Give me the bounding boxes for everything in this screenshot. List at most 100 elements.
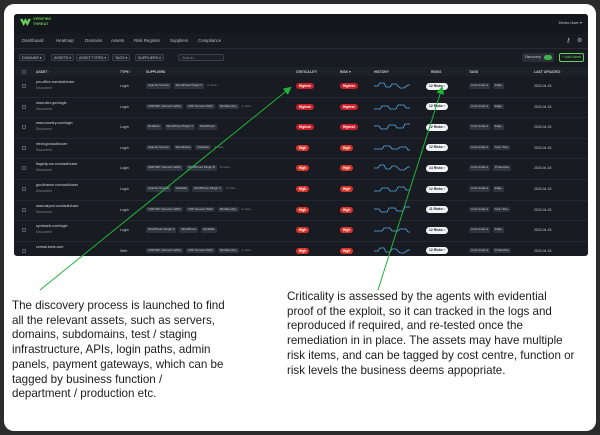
supplier-chip[interactable]: WordPress Plugin 3 [164,124,195,130]
col-suppliers[interactable]: SUPPLIERS [146,70,165,74]
row-checkbox[interactable] [22,145,26,150]
col-risk[interactable]: RISK ▾ [340,70,351,74]
row-checkbox[interactable] [22,207,26,212]
col-criticality[interactable]: CRITICALITY [296,70,317,74]
nav-compliance[interactable]: Compliance [198,38,221,43]
tag-chip[interactable]: Edge [492,186,504,192]
more-suppliers-link[interactable]: 6 more... [226,186,238,192]
supplier-chip[interactable]: ASP Generic WAF [186,247,215,254]
nav-suppliers[interactable]: Suppliers [170,38,188,43]
tag-chip[interactable]: Edge [492,103,504,110]
table-row[interactable]: gov.finance.com/auth/user Discovered Login… [14,179,588,201]
table-row[interactable]: www.airport.com/auth/user Discovered Login… [14,200,588,222]
risks-count-button[interactable]: 12 Risks › [426,103,448,111]
asset-name[interactable]: central.bank.com [36,245,63,249]
add-asset-button[interactable]: + Add Asset [559,53,584,62]
table-row[interactable]: electi.gov/auth/user Discovered Login Apach… [14,138,588,160]
supplier-chip[interactable]: ASP.NET (Generic WAF) [146,247,184,254]
filter-suppliers[interactable]: SUPPLIERS ▾ [135,54,164,61]
supplier-chip[interactable]: Redislite [201,227,217,233]
toggle-switch[interactable] [544,55,552,60]
select-all-checkbox[interactable] [22,69,26,74]
asset-name[interactable]: www.citrx.gov/login [36,101,67,105]
risks-count-button[interactable]: 14 Risks › [426,164,448,172]
filter-tags[interactable]: TAGS ▾ [112,54,131,61]
more-suppliers-link[interactable]: 4 more... [242,248,254,254]
filter-domains[interactable]: DOMAINS ▾ [19,54,45,61]
supplier-chip[interactable]: WordPress [197,124,217,130]
asset-name[interactable]: pm-office.com/auth/user [36,80,74,84]
tag-chip[interactable]: Edge [492,227,504,233]
row-checkbox[interactable] [22,166,26,171]
supplier-chip[interactable]: ASP Generic WAF [186,206,215,213]
filter-assets[interactable]: ASSETS ▾ [51,54,74,61]
supplier-chip[interactable]: WordPress Plugin V [192,186,223,192]
risks-count-button[interactable]: 12 Risks › [426,185,448,193]
col-asset[interactable]: ASSET ↑ [36,70,50,74]
asset-name[interactable]: syncbank.com/login [36,224,68,228]
row-checkbox[interactable] [22,248,26,253]
table-row[interactable]: flagship.ws.com/auth/user Discovered Login… [14,158,588,180]
supplier-chip[interactable]: ModSecurity [217,206,239,213]
supplier-chip[interactable]: Redislite [146,124,162,130]
asset-name[interactable]: www.country.com/login [36,121,72,125]
supplier-chip[interactable]: ASP.NET (Generic WAF) [146,206,184,213]
risks-count-button[interactable]: 12 Risks › [426,226,448,234]
filter-asset-types[interactable]: ASSET TYPES ▾ [76,54,110,61]
risks-count-button[interactable]: 12 Risks › [426,144,448,152]
supplier-chip[interactable]: ModSecurity [217,247,239,254]
table-row[interactable]: www.citrx.gov/login Discovered Login ASP.NE… [14,97,588,119]
tag-chip[interactable]: Cost Code A [469,144,490,151]
table-row[interactable]: syncbank.com/login Discovered Login WordPre… [14,220,588,242]
tag-chip[interactable]: Production [492,247,512,254]
key-icon[interactable]: ⚷ [566,37,570,44]
supplier-chip[interactable]: WordPress Plugin B [186,165,217,171]
tag-chip[interactable]: Test / Dev [492,206,511,213]
asset-name[interactable]: www.airport.com/auth/user [36,204,79,208]
tag-chip[interactable]: Cost Code A [469,186,490,192]
risks-count-button[interactable]: 12 Risks › [426,123,448,131]
table-row[interactable]: central.bank.com Web ASP.NET (Generic WAF)… [14,241,588,256]
tag-chip[interactable]: Test / Dev [492,144,511,151]
more-suppliers-link[interactable]: 4 more... [242,104,254,110]
tag-chip[interactable]: Edge [492,124,504,130]
row-checkbox[interactable] [22,187,26,191]
tag-chip[interactable]: Production [492,165,512,171]
supplier-chip[interactable]: Apache Tomcat [146,144,171,151]
risks-count-button[interactable]: 11 Risks › [426,206,448,214]
supplier-chip[interactable]: Redislite [173,186,190,192]
supplier-chip[interactable]: WordPress Plugin 3 [146,227,177,233]
tag-chip[interactable]: Cost Code A [469,247,490,254]
more-suppliers-link[interactable]: 4 more... [242,207,254,213]
risks-count-button[interactable]: 12 Risks › [426,247,448,255]
supplier-chip[interactable]: WordPress [173,144,193,151]
supplier-chip[interactable]: Apache Tomcat [146,186,171,192]
tag-chip[interactable]: Cost Code A [469,103,490,110]
asset-name[interactable]: flagship.ws.com/auth/user [36,162,78,166]
row-checkbox[interactable] [22,125,26,130]
user-menu[interactable]: Demo User ▾ [559,20,582,25]
supplier-chip[interactable]: ModSecurity [217,103,239,110]
tag-chip[interactable]: Cost Code A [469,206,490,213]
tag-chip[interactable]: Cost Code A [469,83,490,89]
more-suppliers-link[interactable]: 6 more... [207,83,219,89]
col-type[interactable]: TYPE ↑ [120,70,132,74]
supplier-chip[interactable]: WordPress Plugin V [173,83,205,89]
nav-domains[interactable]: Domains [85,38,102,43]
row-checkbox[interactable] [22,84,26,88]
risks-count-button[interactable]: 12 Risks › [426,82,448,90]
supplier-chip[interactable]: Apache Tomcat [146,83,171,89]
more-suppliers-link[interactable]: 6 more... [220,165,232,171]
table-row[interactable]: pm-office.com/auth/user Discovered Login Ap… [14,76,588,98]
nav-assets[interactable]: Assets [111,38,124,43]
asset-name[interactable]: gov.finance.com/auth/user [36,183,78,187]
tag-chip[interactable]: Cost Code A [469,227,490,233]
gear-icon[interactable]: ⚙ [577,37,582,44]
row-checkbox[interactable] [22,228,26,233]
nav-dashboard[interactable]: Dashboard [22,38,43,43]
tag-chip[interactable]: Cost Code A [469,165,490,171]
supplier-chip[interactable]: WordPress [179,227,199,233]
col-tags[interactable]: TAGS [469,70,478,74]
table-row[interactable]: www.country.com/login Discovered Login Redi… [14,117,588,139]
supplier-chip[interactable]: ASP.NET (Generic WAF) [146,165,184,171]
